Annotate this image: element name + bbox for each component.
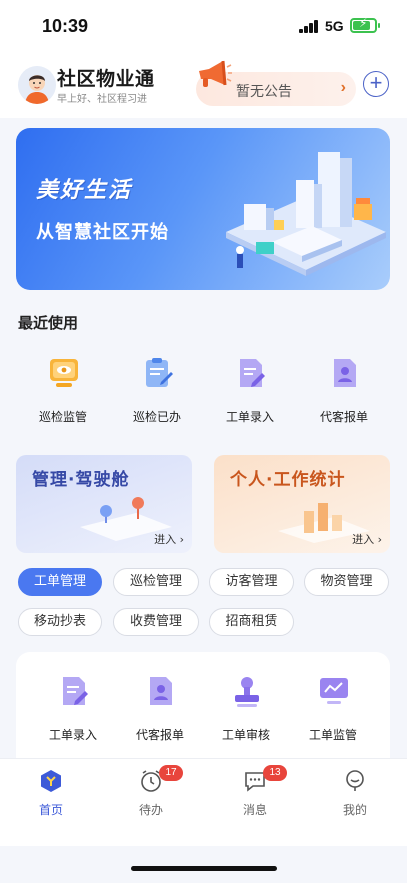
- cockpit-card-title: 管理·驾驶舱: [32, 470, 130, 490]
- network-label: 5G: [325, 18, 344, 34]
- app-patrol-done[interactable]: 巡检已办: [110, 352, 204, 432]
- category-chip-billing[interactable]: 收费管理: [113, 608, 199, 636]
- panel-work-order-review[interactable]: 工单审核: [199, 670, 293, 750]
- tab-label: 首页: [38, 803, 63, 817]
- panel-work-order-entry[interactable]: 工单录入: [26, 670, 120, 750]
- document-edit-icon: [240, 359, 265, 387]
- app-proxy-report[interactable]: 代客报单: [297, 352, 391, 432]
- category-chip-leasing[interactable]: 招商租赁: [209, 608, 294, 636]
- work-stats-card[interactable]: 个人·工作统计 进入 ›: [214, 455, 390, 553]
- category-chip-patrol[interactable]: 巡检管理: [113, 568, 199, 596]
- document-edit-icon: [63, 677, 88, 705]
- monitor-chart-icon: [320, 678, 348, 704]
- panel-work-order-monitoring[interactable]: 工单监管: [286, 670, 380, 750]
- home-hexagon-icon: [41, 770, 61, 792]
- recent-apps-grid: 巡检监管 巡检已办 工单录入 代客报单: [16, 352, 390, 432]
- work-stats-enter-link[interactable]: 进入 ›: [352, 531, 382, 547]
- banner-title: 美好生活: [36, 178, 133, 203]
- app-label: 代客报单: [319, 410, 368, 424]
- clipboard-check-icon: [146, 358, 173, 387]
- app-title: 社区物业通: [57, 68, 155, 90]
- messages-badge: 13: [263, 765, 287, 781]
- category-chip-materials[interactable]: 物资管理: [304, 568, 389, 596]
- app-patrol-supervision[interactable]: 巡检监管: [16, 352, 110, 432]
- monitor-eye-icon: [50, 359, 78, 387]
- category-chip-meter-reading[interactable]: 移动抄表: [18, 608, 102, 636]
- chevron-right-icon: ›: [340, 79, 346, 96]
- app-label: 工单录入: [48, 728, 97, 742]
- recent-section-title: 最近使用: [18, 314, 79, 332]
- banner-subtitle: 从智慧社区开始: [36, 222, 169, 243]
- stamp-icon: [235, 677, 259, 707]
- bottom-tab-bar: 首页 17 待办 13 消息 我的: [0, 758, 407, 846]
- person-icon: [346, 770, 364, 791]
- tab-todo[interactable]: 17 待办: [121, 765, 183, 825]
- avatar[interactable]: [18, 66, 56, 104]
- cockpit-enter-link[interactable]: 进入 ›: [154, 531, 184, 547]
- greeting-text: 早上好、社区程习进: [57, 94, 147, 105]
- app-header: 社区物业通 早上好、社区程习进 暂无公告 › +: [0, 52, 407, 118]
- todo-badge: 17: [159, 765, 183, 781]
- home-indicator[interactable]: [131, 866, 277, 871]
- tab-messages[interactable]: 13 消息: [225, 765, 287, 825]
- app-label: 工单审核: [221, 728, 270, 742]
- app-label: 巡检监管: [38, 410, 87, 424]
- app-label: 代客报单: [135, 728, 184, 742]
- document-person-icon: [150, 677, 172, 705]
- category-chip-visitor[interactable]: 访客管理: [209, 568, 294, 596]
- battery-icon: ⚡: [350, 17, 380, 33]
- status-time: 10:39: [42, 16, 89, 36]
- app-work-order-entry[interactable]: 工单录入: [203, 352, 297, 432]
- hero-banner[interactable]: 美好生活 从智慧社区开始: [16, 128, 390, 290]
- document-person-icon: [334, 359, 356, 387]
- panel-proxy-report[interactable]: 代客报单: [113, 670, 207, 750]
- tab-label: 消息: [242, 803, 267, 817]
- add-button[interactable]: +: [363, 71, 389, 97]
- announcement-text: 暂无公告: [236, 84, 292, 100]
- category-chip-work-order[interactable]: 工单管理: [18, 568, 102, 596]
- app-label: 工单监管: [308, 728, 357, 742]
- smart-city-illustration: [226, 152, 386, 276]
- cockpit-card[interactable]: 管理·驾驶舱 进入 ›: [16, 455, 192, 553]
- app-label: 工单录入: [225, 410, 274, 424]
- app-label: 巡检已办: [132, 410, 181, 424]
- signal-icon: [299, 20, 319, 33]
- megaphone-icon: [199, 60, 232, 87]
- tab-profile[interactable]: 我的: [325, 765, 385, 825]
- tab-home[interactable]: 首页: [21, 765, 81, 825]
- tab-label: 我的: [342, 803, 367, 817]
- work-stats-card-title: 个人·工作统计: [230, 470, 346, 490]
- category-content-panel: 工单录入 代客报单 工单审核 工单监管: [16, 652, 390, 758]
- status-bar: 10:39 5G ⚡: [0, 0, 407, 52]
- home-indicator-area: [0, 846, 407, 883]
- tab-label: 待办: [138, 803, 163, 817]
